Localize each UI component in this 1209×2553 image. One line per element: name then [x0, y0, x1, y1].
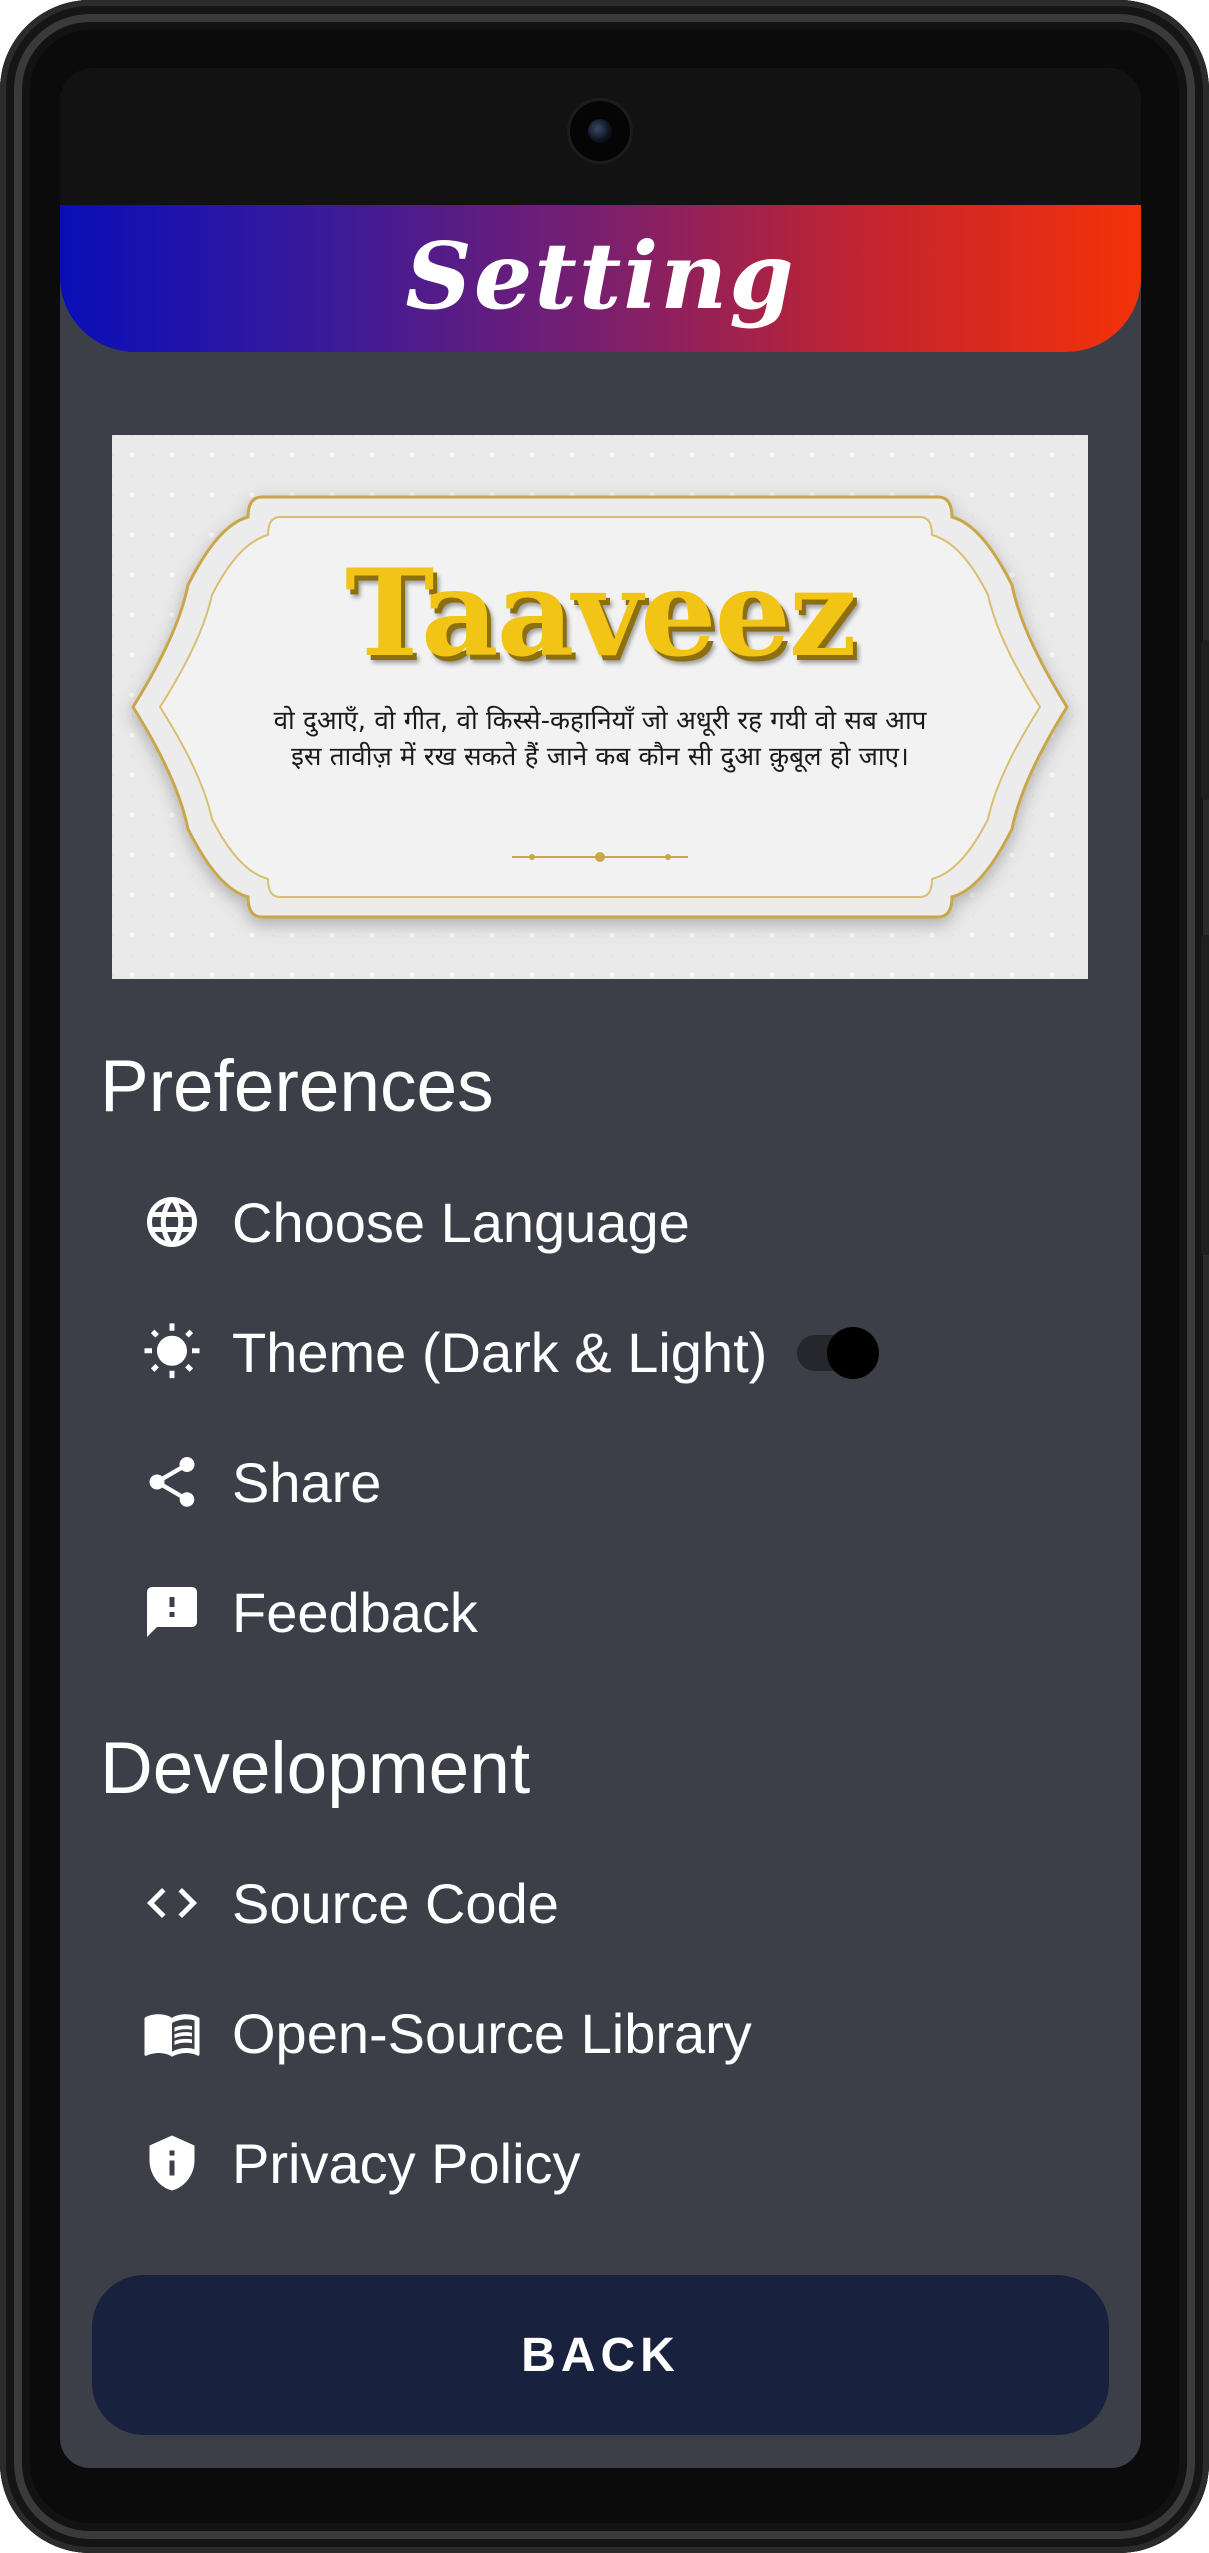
- globe-icon: [140, 1190, 204, 1254]
- power-button: [1201, 640, 1209, 800]
- book-icon: [140, 2001, 204, 2065]
- sun-icon: [140, 1320, 204, 1384]
- back-button[interactable]: BACK: [92, 2275, 1109, 2435]
- share-label: Share: [232, 1450, 382, 1514]
- device-frame: Setting Taaveez वो दुआएँ, वो गीत, वो किस…: [0, 0, 1209, 2553]
- open-source-library-item[interactable]: Open-Source Library: [140, 1993, 752, 2073]
- feedback-label: Feedback: [232, 1580, 478, 1644]
- app-header: Setting: [60, 205, 1141, 352]
- open-source-library-label: Open-Source Library: [232, 2001, 752, 2065]
- page-title: Setting: [405, 221, 796, 330]
- feedback-item[interactable]: Feedback: [140, 1572, 478, 1652]
- app-screen: Setting Taaveez वो दुआएँ, वो गीत, वो किस…: [60, 68, 1141, 2468]
- banner-title: Taaveez: [345, 543, 857, 684]
- choose-language-label: Choose Language: [232, 1190, 690, 1254]
- privacy-policy-item[interactable]: Privacy Policy: [140, 2123, 581, 2203]
- share-icon: [140, 1450, 204, 1514]
- code-icon: [140, 1871, 204, 1935]
- shield-info-icon: [140, 2131, 204, 2195]
- preferences-heading: Preferences: [100, 1046, 494, 1127]
- source-code-item[interactable]: Source Code: [140, 1863, 559, 1943]
- source-code-label: Source Code: [232, 1871, 559, 1935]
- theme-label: Theme (Dark & Light): [232, 1320, 768, 1384]
- app-banner-image: Taaveez वो दुआएँ, वो गीत, वो किस्से-कहान…: [112, 435, 1088, 979]
- volume-button: [1201, 935, 1209, 1255]
- status-bar: [60, 68, 1141, 205]
- front-camera: [570, 101, 630, 161]
- banner-tagline: वो दुआएँ, वो गीत, वो किस्से-कहानियाँ जो …: [273, 706, 927, 772]
- feedback-icon: [140, 1580, 204, 1644]
- privacy-policy-label: Privacy Policy: [232, 2131, 581, 2195]
- toggle-thumb: [827, 1327, 880, 1379]
- choose-language-item[interactable]: Choose Language: [140, 1182, 690, 1262]
- development-heading: Development: [100, 1728, 531, 1809]
- theme-item[interactable]: Theme (Dark & Light): [140, 1312, 883, 1392]
- share-item[interactable]: Share: [140, 1442, 381, 1522]
- theme-toggle[interactable]: [797, 1327, 883, 1379]
